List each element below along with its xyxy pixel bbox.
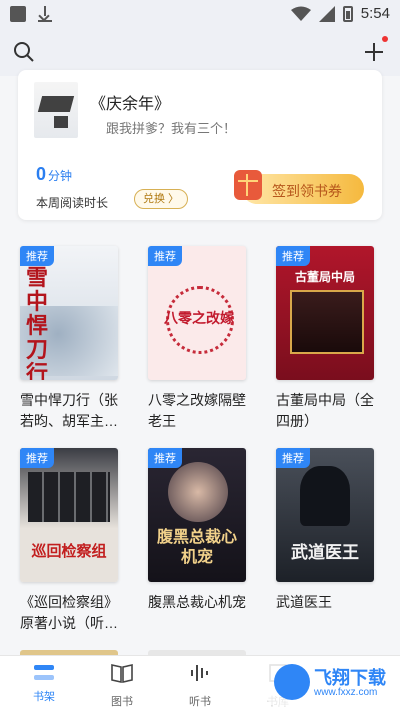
download-icon <box>38 6 52 22</box>
book-cover[interactable]: 推荐 腹黑总裁心机宠 <box>148 448 246 582</box>
status-time: 5:54 <box>360 5 390 22</box>
book-title[interactable]: 古董局中局（全四册） <box>276 390 380 432</box>
audio-icon <box>191 665 208 681</box>
gift-icon <box>234 170 262 200</box>
wifi-icon <box>290 6 311 21</box>
signin-coupon-button[interactable]: 签到领书券 <box>234 170 364 204</box>
book-icon <box>111 664 133 683</box>
watermark-logo: 飞翔下载 www.fxxz.com <box>268 658 396 706</box>
tab-bookshelf[interactable]: 书架 <box>14 662 74 704</box>
book-title[interactable]: 武道医王 <box>276 592 380 613</box>
current-book-subtitle: 跟我拼爹？我有三个！ <box>106 121 237 136</box>
status-bar: 5:54 <box>0 0 400 30</box>
plus-icon[interactable] <box>362 40 386 64</box>
weekly-reading-label: 本周阅读时长 <box>36 196 109 210</box>
reading-minutes: 0 分钟 <box>36 164 73 184</box>
recommend-badge: 推荐 <box>148 448 182 468</box>
book-cover[interactable]: 推荐 巡回检察组 <box>20 448 118 582</box>
book-cover[interactable]: 推荐 雪中悍刀行 <box>20 246 118 380</box>
bookshelf-icon <box>32 662 56 684</box>
book-title[interactable]: 雪中悍刀行（张若昀、胡军主… <box>20 390 124 432</box>
bottom-tab-bar: 书架 图书 听书 书库 飞翔下载 www.fxxz.com <box>0 655 400 710</box>
notification-icon <box>10 6 26 22</box>
signal-icon <box>318 5 335 22</box>
recommend-badge: 推荐 <box>20 246 54 266</box>
search-icon[interactable] <box>12 40 36 64</box>
book-title[interactable]: 《巡回检察组》原著小说（听… <box>20 592 124 634</box>
book-cover[interactable]: 推荐 八零之改嫁 <box>148 246 246 380</box>
book-title[interactable]: 八零之改嫁隔壁老王 <box>148 390 252 432</box>
book-title[interactable]: 腹黑总裁心机宠 <box>148 592 252 613</box>
current-book-title[interactable]: 《庆余年》 <box>90 90 170 114</box>
exchange-button[interactable]: 兑换 〉 <box>134 189 189 209</box>
current-reading-card[interactable]: 《庆余年》 跟我拼爹？我有三个！ 0 分钟 本周阅读时长 兑换 〉 签到领书券 <box>18 70 382 220</box>
tab-audiobooks[interactable]: 听书 <box>170 662 230 709</box>
tab-books[interactable]: 图书 <box>92 662 152 709</box>
book-cover[interactable]: 推荐 武道医王 <box>276 448 374 582</box>
watermark-logo-icon <box>274 664 310 700</box>
recommend-badge: 推荐 <box>148 246 182 266</box>
book-cover[interactable]: 推荐 古董局中局 <box>276 246 374 380</box>
notification-dot <box>382 36 388 42</box>
recommend-badge: 推荐 <box>20 448 54 468</box>
current-book-cover[interactable] <box>34 82 78 138</box>
battery-icon <box>342 5 353 22</box>
recommend-badge: 推荐 <box>276 448 310 468</box>
recommend-badge: 推荐 <box>276 246 310 266</box>
